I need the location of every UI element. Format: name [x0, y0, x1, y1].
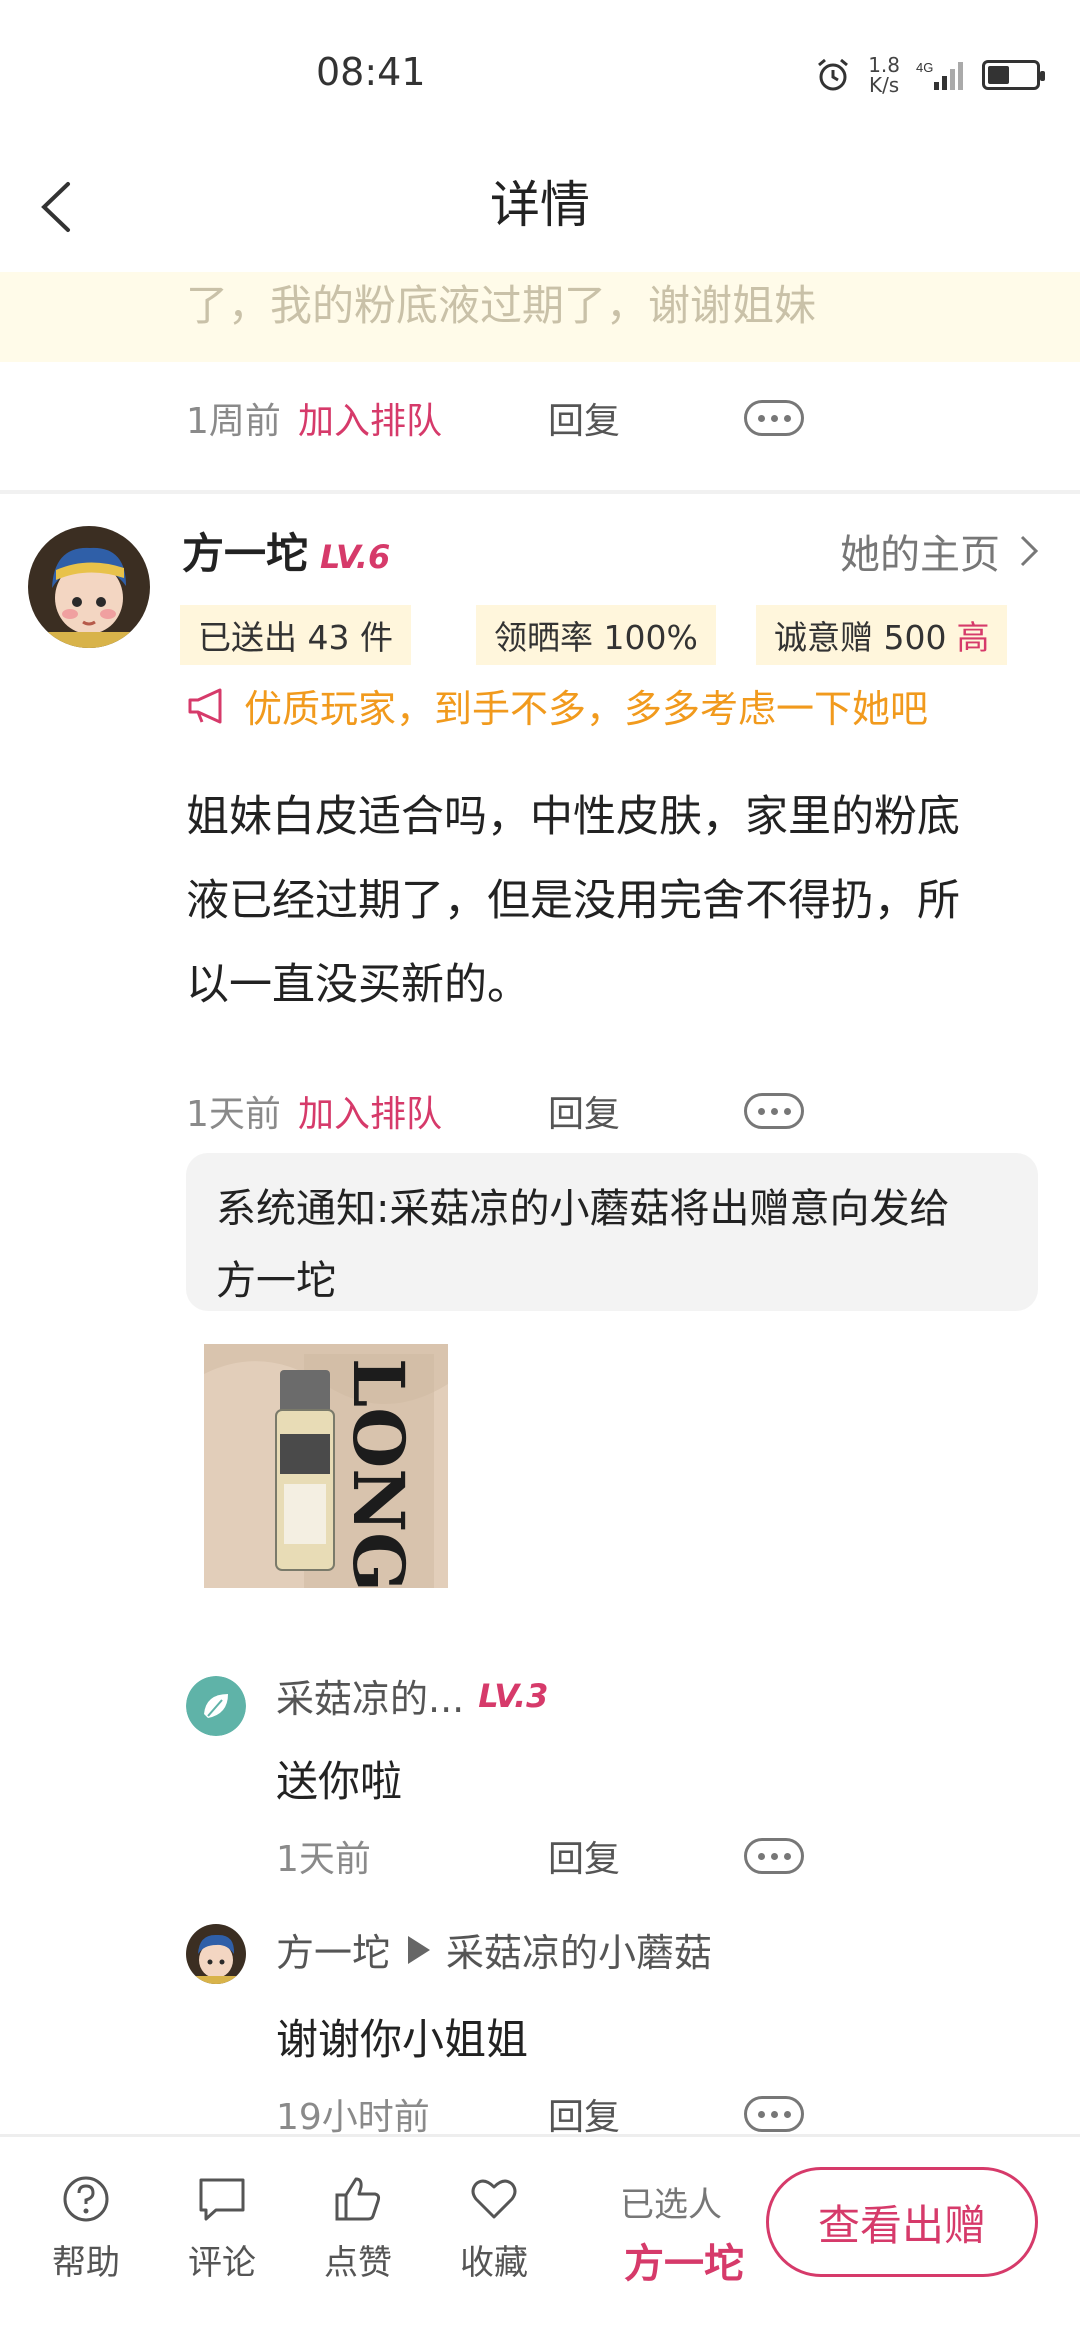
- bottom-action-bar: 帮助 评论 点赞 收藏 已选人 方一坨 查看出赠: [0, 2134, 1080, 2340]
- reply-user-name[interactable]: 方一坨: [276, 1922, 390, 1977]
- avatar[interactable]: [28, 526, 150, 648]
- reply-user-name[interactable]: 采菇凉的...: [276, 1668, 464, 1723]
- reply-actions: 19小时前 回复: [276, 2088, 804, 2140]
- homepage-label[interactable]: 她的主页: [840, 522, 1000, 580]
- previous-comment-actions: 1周前 加入排队 回复: [186, 392, 804, 444]
- more-icon[interactable]: [744, 2096, 804, 2132]
- chevron-right-icon: [1020, 535, 1039, 567]
- system-notice: 系统通知:采菇凉的小蘑菇将出赠意向发给 方一坨: [186, 1153, 1038, 1311]
- favorite-button[interactable]: 收藏: [444, 2173, 544, 2284]
- status-icons: 1.8 K/s 4G: [814, 53, 1045, 97]
- user-name[interactable]: 方一坨: [182, 520, 308, 581]
- thumbs-up-icon: [335, 2177, 381, 2221]
- level-badge: LV.6: [320, 538, 391, 576]
- selected-person-label: 已选人: [620, 2185, 722, 2225]
- reply-button[interactable]: 回复: [548, 2088, 744, 2140]
- join-queue-link[interactable]: 加入排队: [298, 392, 548, 444]
- product-photo-image: LONG: [204, 1344, 448, 1588]
- like-button[interactable]: 点赞: [308, 2173, 408, 2284]
- notice-text: 优质玩家，到手不多，多多考虑一下她吧: [244, 687, 929, 731]
- status-bar: 08:41 1.8 K/s 4G: [0, 0, 1080, 150]
- comment-user[interactable]: 方一坨 LV.6: [182, 520, 390, 581]
- selected-person-name[interactable]: 方一坨: [624, 2231, 744, 2289]
- avatar-image: [28, 526, 150, 648]
- svg-text:LONG: LONG: [337, 1358, 420, 1588]
- comment-time: 1周前: [186, 401, 281, 442]
- heart-icon: [471, 2179, 517, 2219]
- reply-actions: 1天前 回复: [276, 1830, 804, 1882]
- reply-time: 19小时前: [276, 2097, 430, 2138]
- reply-target-name[interactable]: 采菇凉的小蘑菇: [446, 1922, 712, 1977]
- reply-button[interactable]: 回复: [548, 1085, 744, 1137]
- view-gift-button[interactable]: 查看出赠: [766, 2167, 1038, 2277]
- reply-text: 送你啦: [276, 1757, 403, 1806]
- reply-button[interactable]: 回复: [548, 1830, 744, 1882]
- previous-comment-banner: 了，我的粉底液过期了，谢谢姐妹: [0, 272, 1080, 362]
- more-icon[interactable]: [744, 400, 804, 436]
- battery-icon: [982, 60, 1045, 90]
- reply-user[interactable]: 采菇凉的... LV.3: [276, 1668, 548, 1723]
- status-time: 08:41: [316, 50, 426, 94]
- reply-time: 1天前: [276, 1839, 371, 1880]
- net-speed: 1.8 K/s: [868, 53, 900, 97]
- sincerity-level: 高: [956, 618, 990, 657]
- avatar-image: [186, 1924, 246, 1984]
- alarm-icon: [818, 58, 849, 91]
- reply-user[interactable]: 方一坨 采菇凉的小蘑菇: [276, 1922, 712, 1977]
- comment-body: 姐妹白皮适合吗，中性皮肤，家里的粉底 液已经过期了，但是没用完舍不得扔，所 以一…: [186, 792, 960, 1010]
- more-icon[interactable]: [744, 1838, 804, 1874]
- more-icon[interactable]: [744, 1093, 804, 1129]
- sincerity-tag: 诚意赠 500 高: [756, 605, 1008, 665]
- help-button[interactable]: 帮助: [36, 2173, 136, 2284]
- avatar[interactable]: [186, 1676, 246, 1736]
- page-title: 详情: [490, 176, 590, 234]
- level-badge: LV.3: [478, 1676, 549, 1715]
- sent-count-tag: 已送出 43 件: [180, 605, 411, 665]
- her-homepage-link[interactable]: 她的主页: [840, 522, 1040, 580]
- reply-button[interactable]: 回复: [548, 392, 744, 444]
- comment-button[interactable]: 评论: [172, 2173, 272, 2284]
- previous-comment-text: 了，我的粉底液过期了，谢谢姐妹: [186, 281, 817, 330]
- comment-icon: [199, 2178, 245, 2221]
- reply-text: 谢谢你小姐姐: [276, 2015, 529, 2064]
- megaphone-icon: [188, 688, 222, 723]
- reply-arrow-icon: [408, 1935, 431, 1964]
- quality-notice: 优质玩家，到手不多，多多考虑一下她吧: [186, 678, 928, 733]
- svg-text:4G: 4G: [916, 60, 933, 75]
- avatar[interactable]: [186, 1924, 246, 1984]
- comment-actions: 1天前 加入排队 回复: [186, 1085, 804, 1137]
- avatar-image: [186, 1676, 246, 1736]
- divider: [0, 490, 1080, 494]
- join-queue-link[interactable]: 加入排队: [298, 1085, 548, 1137]
- product-photo[interactable]: LONG: [204, 1344, 448, 1588]
- battery-level: [988, 66, 1009, 84]
- claim-rate-tag: 领晒率 100%: [476, 605, 716, 665]
- comment-time: 1天前: [186, 1094, 281, 1135]
- signal-icon: 4G: [916, 60, 963, 90]
- help-icon: [63, 2176, 109, 2222]
